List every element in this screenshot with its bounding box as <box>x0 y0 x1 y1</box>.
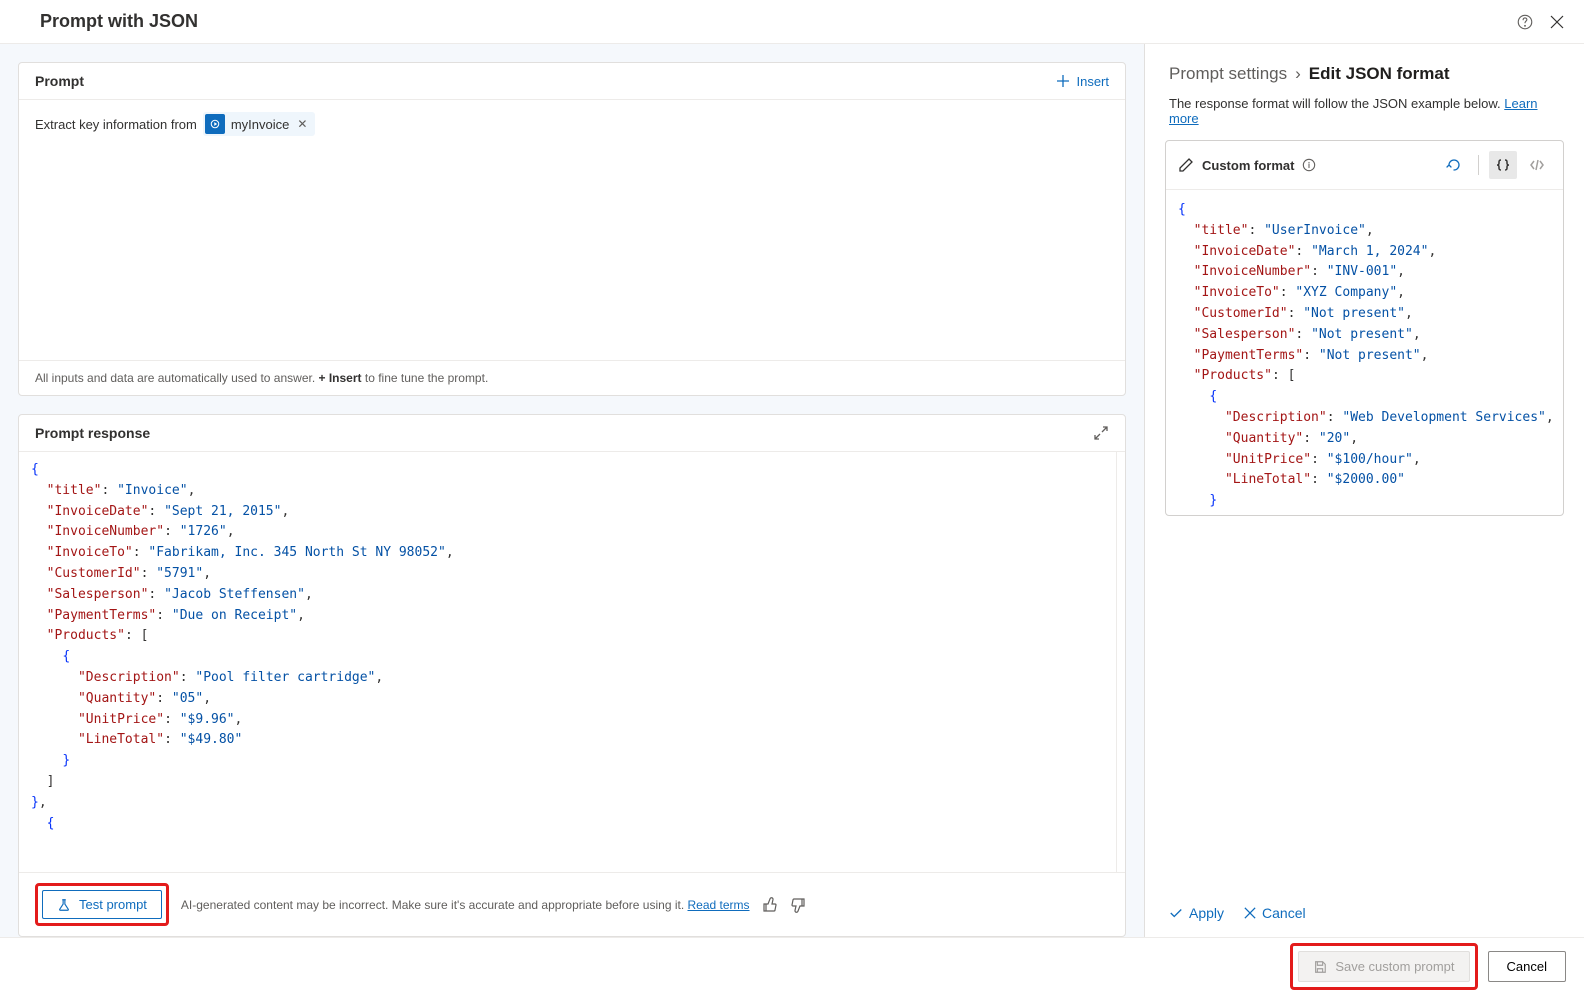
info-icon[interactable] <box>1302 158 1316 172</box>
read-terms-link[interactable]: Read terms <box>688 898 750 912</box>
thumbs-down-icon[interactable] <box>790 897 806 913</box>
chip-remove-icon[interactable]: ✕ <box>295 117 309 131</box>
format-json-editor[interactable]: { "title": "UserInvoice", "InvoiceDate":… <box>1166 190 1563 515</box>
test-prompt-button[interactable]: Test prompt <box>42 890 162 919</box>
help-icon[interactable] <box>1516 13 1534 31</box>
chevron-right-icon: › <box>1295 64 1301 84</box>
thumbs-up-icon[interactable] <box>762 897 778 913</box>
ai-disclaimer: AI-generated content may be incorrect. M… <box>181 898 750 912</box>
apply-button[interactable]: Apply <box>1169 905 1224 921</box>
breadcrumb-current: Edit JSON format <box>1309 64 1450 84</box>
custom-format-box: Custom format <box>1165 140 1564 516</box>
json-view-icon[interactable] <box>1489 151 1517 179</box>
breadcrumb-root[interactable]: Prompt settings <box>1169 64 1287 84</box>
code-view-icon[interactable] <box>1523 151 1551 179</box>
expand-icon[interactable] <box>1093 425 1109 441</box>
page-title: Prompt with JSON <box>40 11 198 32</box>
app-header: Prompt with JSON <box>0 0 1584 44</box>
bottom-bar: Save custom prompt Cancel <box>0 937 1584 995</box>
prompt-card: Prompt Insert Extract key information fr… <box>18 62 1126 396</box>
chip-label: myInvoice <box>231 117 290 132</box>
format-title: Custom format <box>1202 158 1294 173</box>
close-icon[interactable] <box>1550 15 1564 29</box>
response-title: Prompt response <box>35 425 150 441</box>
settings-description: The response format will follow the JSON… <box>1145 96 1584 140</box>
pencil-icon <box>1178 157 1194 173</box>
settings-panel: Prompt settings › Edit JSON format The r… <box>1144 44 1584 937</box>
document-icon <box>205 114 225 134</box>
save-custom-prompt-button[interactable]: Save custom prompt <box>1298 951 1469 982</box>
input-chip[interactable]: myInvoice ✕ <box>203 112 316 136</box>
response-json[interactable]: { "title": "Invoice", "InvoiceDate": "Se… <box>19 452 1117 872</box>
insert-label: Insert <box>1076 74 1109 89</box>
prompt-footer: All inputs and data are automatically us… <box>19 360 1125 395</box>
breadcrumb: Prompt settings › Edit JSON format <box>1169 64 1560 84</box>
cancel-button[interactable]: Cancel <box>1488 951 1566 982</box>
prompt-text: Extract key information from <box>35 117 197 132</box>
cancel-settings-button[interactable]: Cancel <box>1244 905 1306 921</box>
prompt-input[interactable]: Extract key information from myInvoice ✕ <box>19 100 1125 360</box>
prompt-title: Prompt <box>35 73 84 89</box>
insert-button[interactable]: Insert <box>1056 74 1109 89</box>
response-card: Prompt response { "title": "Invoice", "I… <box>18 414 1126 937</box>
reset-icon[interactable] <box>1440 151 1468 179</box>
highlight-save-prompt: Save custom prompt <box>1290 943 1477 990</box>
highlight-test-prompt: Test prompt <box>35 883 169 926</box>
